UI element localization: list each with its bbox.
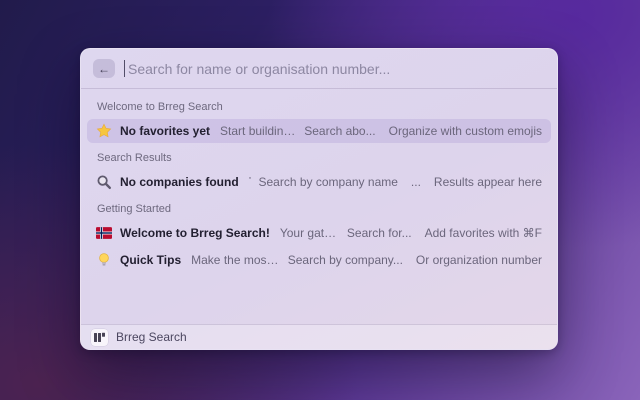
section-header: Search Results: [97, 152, 172, 164]
footer-app-name: Brreg Search: [116, 330, 187, 344]
item-accessory: Search abo...: [304, 124, 376, 138]
item-title: No companies found: [120, 175, 239, 189]
item-accessory: Search by company...: [287, 253, 403, 267]
brreg-logo-icon: [91, 328, 108, 346]
section-welcome: Welcome to Brreg Search No favorites yet…: [87, 96, 551, 143]
item-title: No favorites yet: [120, 124, 211, 138]
back-arrow-icon: ←: [98, 61, 110, 76]
item-accessories: Search abo... Organize with custom emoji…: [304, 124, 542, 138]
item-accessory: Search by company name: [258, 175, 398, 189]
section-header: Getting Started: [97, 203, 171, 215]
item-title: Quick Tips: [120, 253, 182, 267]
item-accessories: Search for... Add favorites with ⌘F: [347, 226, 542, 240]
item-accessories: Search by company... Or organization num…: [288, 253, 542, 267]
back-button[interactable]: ←: [93, 59, 115, 78]
item-accessory: ...: [410, 175, 421, 189]
section-header: Welcome to Brreg Search: [97, 101, 223, 113]
item-subtitle: Your gateway to Norwegian busines...: [279, 226, 339, 240]
item-accessory-right: Results appear here: [433, 175, 542, 189]
item-accessory-right: Or organization number: [415, 253, 542, 267]
section-getting-started: Getting Started Welcome to Brreg Search!…: [87, 198, 551, 272]
list-item-no-companies[interactable]: No companies found Try adjusting your se…: [87, 170, 551, 194]
results-list: Welcome to Brreg Search No favorites yet…: [81, 89, 557, 324]
item-accessory-right: Organize with custom emojis: [388, 124, 542, 138]
light-bulb-icon: [96, 252, 112, 268]
list-item-quick-tips[interactable]: Quick Tips Make the most of your search …: [87, 248, 551, 272]
item-subtitle: Start building your collection of compan…: [220, 124, 296, 138]
magnifier-icon: [96, 174, 112, 190]
search-bar: ←: [81, 49, 557, 89]
section-search-results: Search Results No companies found Try ad…: [87, 147, 551, 194]
text-caret: [124, 60, 125, 77]
list-item-welcome[interactable]: Welcome to Brreg Search! Your gateway to…: [87, 221, 551, 245]
item-subtitle: Make the most of your search experience: [191, 253, 280, 267]
item-subtitle: Try adjusting your search terms: [249, 175, 251, 189]
desktop-background: ← Welcome to Brreg Search No favorites y…: [0, 0, 640, 400]
item-accessories: Search by company name ... Results appea…: [259, 175, 543, 189]
list-item-no-favorites[interactable]: No favorites yet Start building your col…: [87, 119, 551, 143]
footer: Brreg Search: [81, 324, 557, 349]
item-accessory-right: Add favorites with ⌘F: [424, 226, 542, 240]
search-input[interactable]: [128, 60, 545, 77]
launcher-window: ← Welcome to Brreg Search No favorites y…: [80, 48, 558, 350]
item-accessory: Search for...: [346, 226, 412, 240]
item-title: Welcome to Brreg Search!: [120, 226, 270, 240]
norway-flag-icon: [96, 225, 112, 241]
star-icon: [96, 123, 112, 139]
